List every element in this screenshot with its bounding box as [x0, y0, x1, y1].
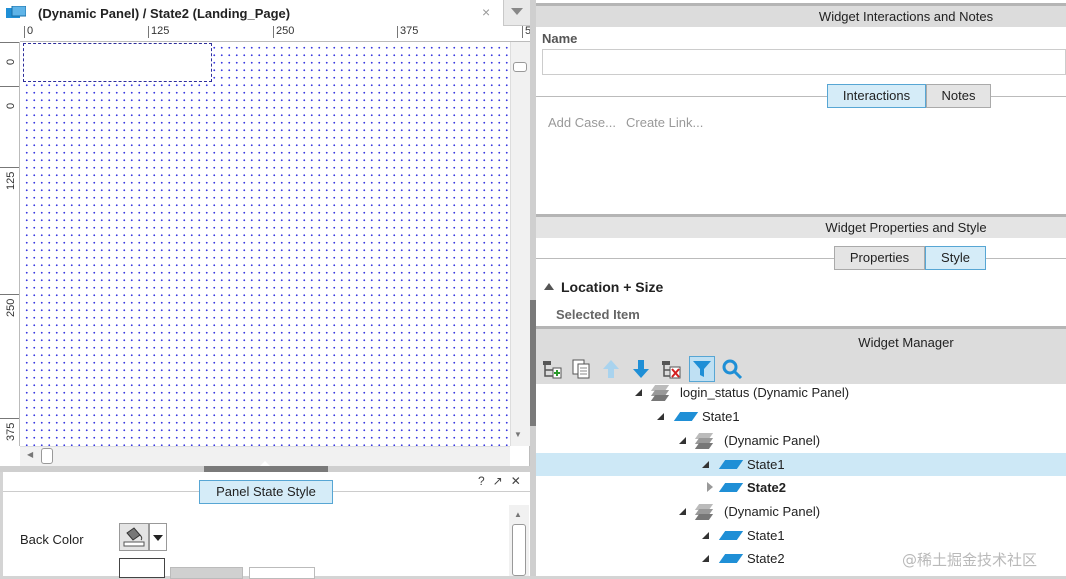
ruler-tick: 375	[397, 26, 418, 38]
dynamic-panel-icon	[650, 385, 670, 401]
scroll-up-icon[interactable]: ▲	[514, 510, 522, 519]
expand-icon[interactable]	[679, 437, 686, 444]
scrollbar-thumb[interactable]	[512, 524, 526, 576]
tree-item-label: State1	[747, 528, 785, 543]
tab-properties[interactable]: Properties	[834, 246, 925, 270]
tree-item-state[interactable]: State1	[536, 524, 1066, 547]
move-down-icon[interactable]	[630, 358, 652, 380]
delete-icon[interactable]	[660, 358, 682, 380]
selected-item-label: Selected Item	[556, 307, 640, 322]
tree-item-label: State2	[747, 551, 785, 566]
state-icon	[718, 554, 744, 563]
tree-item-state-selected[interactable]: State1	[536, 453, 1066, 476]
tree-item-login-status[interactable]: login_status (Dynamic Panel)	[536, 381, 1066, 404]
watermark: @稀土掘金技术社区	[902, 551, 1038, 569]
tree-item-dynamic-panel[interactable]: (Dynamic Panel)	[536, 500, 1066, 523]
state-icon	[718, 483, 744, 492]
fill-color-button[interactable]	[119, 523, 149, 551]
divider	[536, 258, 1066, 259]
collapse-up-icon[interactable]	[260, 461, 270, 466]
scrollbar-thumb[interactable]	[513, 62, 527, 72]
expand-icon[interactable]	[635, 389, 642, 396]
tab-interactions[interactable]: Interactions	[827, 84, 926, 108]
dynamic-panel-icon	[694, 504, 714, 520]
section-title[interactable]: Location + Size	[561, 279, 663, 295]
color-swatch[interactable]	[119, 558, 165, 578]
tree-item-label: login_status (Dynamic Panel)	[680, 385, 850, 400]
tree-item-label: State1	[747, 457, 785, 472]
back-color-label: Back Color	[20, 532, 84, 547]
dynamic-panel-icon	[694, 433, 714, 449]
ruler-tick: 0	[0, 86, 19, 109]
panel-header: Widget Properties and Style	[536, 214, 1066, 238]
scroll-left-icon[interactable]: ◀	[27, 450, 33, 459]
ruler-tick: 375	[0, 418, 19, 441]
selected-widget[interactable]	[23, 43, 212, 82]
tree-item-label: State1	[702, 409, 740, 424]
tree-item-label: (Dynamic Panel)	[724, 433, 821, 448]
ruler-tick: 125	[148, 26, 169, 38]
search-icon[interactable]	[721, 358, 743, 380]
tab-menu-dropdown-icon[interactable]	[511, 8, 523, 15]
ruler-tick: 0	[0, 42, 19, 65]
panel-title: Widget Interactions and Notes	[818, 9, 994, 24]
tree-item-label: State2	[747, 480, 787, 495]
duplicate-icon[interactable]	[570, 358, 592, 380]
tab-notes[interactable]: Notes	[926, 84, 991, 108]
expand-icon[interactable]	[702, 555, 709, 562]
panel-header: Widget Manager	[536, 326, 1066, 356]
ruler-tick: 0	[24, 26, 33, 38]
name-label: Name	[542, 31, 578, 46]
ruler-tick: 125	[0, 167, 19, 190]
state-icon	[718, 460, 744, 469]
ruler-tick: 250	[0, 294, 19, 317]
ruler-tick: 250	[273, 26, 294, 38]
close-tab-icon[interactable]: ×	[482, 4, 490, 20]
collapsed-icon[interactable]	[707, 482, 713, 492]
expand-icon[interactable]	[679, 508, 686, 515]
tree-item-state[interactable]: State1	[536, 405, 1066, 428]
scroll-down-icon[interactable]: ▼	[514, 430, 522, 439]
add-case-link[interactable]: Add Case...	[548, 115, 616, 130]
vertical-scrollbar[interactable]	[510, 42, 530, 446]
color-swatch[interactable]	[249, 567, 315, 579]
create-link-link[interactable]: Create Link...	[626, 115, 703, 130]
dynamic-panel-icon	[6, 6, 26, 18]
tree-item-state[interactable]: State2	[536, 476, 1066, 499]
document-tab[interactable]: (Dynamic Panel) / State2 (Landing_Page) …	[0, 0, 504, 26]
panel-state-style-tab[interactable]: Panel State Style	[199, 480, 333, 504]
design-canvas[interactable]	[21, 42, 510, 446]
state-icon	[673, 412, 699, 421]
tree-item-dynamic-panel[interactable]: (Dynamic Panel)	[536, 429, 1066, 452]
state-icon	[718, 531, 744, 540]
chevron-down-icon	[153, 535, 163, 541]
panel-title: Widget Manager	[858, 335, 954, 350]
scrollbar-thumb[interactable]	[41, 448, 53, 464]
color-swatch[interactable]	[170, 567, 243, 579]
pane-window-controls[interactable]: ?↗✕	[478, 474, 529, 488]
paint-bucket-icon	[123, 527, 145, 547]
ruler-tick: 5	[522, 26, 530, 38]
expand-icon[interactable]	[702, 532, 709, 539]
tree-item-label: (Dynamic Panel)	[724, 504, 821, 519]
tab-title: (Dynamic Panel) / State2 (Landing_Page)	[38, 6, 291, 21]
panel-header: Widget Interactions and Notes	[536, 3, 1066, 27]
tab-style[interactable]: Style	[925, 246, 986, 270]
horizontal-ruler: 0 125 250 375 5	[20, 26, 530, 42]
expand-icon[interactable]	[702, 461, 709, 468]
collapse-section-icon[interactable]	[544, 283, 554, 290]
expand-icon[interactable]	[657, 413, 664, 420]
filter-icon[interactable]	[691, 358, 713, 380]
add-state-icon[interactable]	[541, 358, 563, 380]
name-field[interactable]	[542, 49, 1066, 75]
vertical-ruler: 0 0 125 250 375	[0, 42, 20, 446]
move-up-icon[interactable]	[600, 358, 622, 380]
panel-title: Widget Properties and Style	[825, 220, 987, 235]
